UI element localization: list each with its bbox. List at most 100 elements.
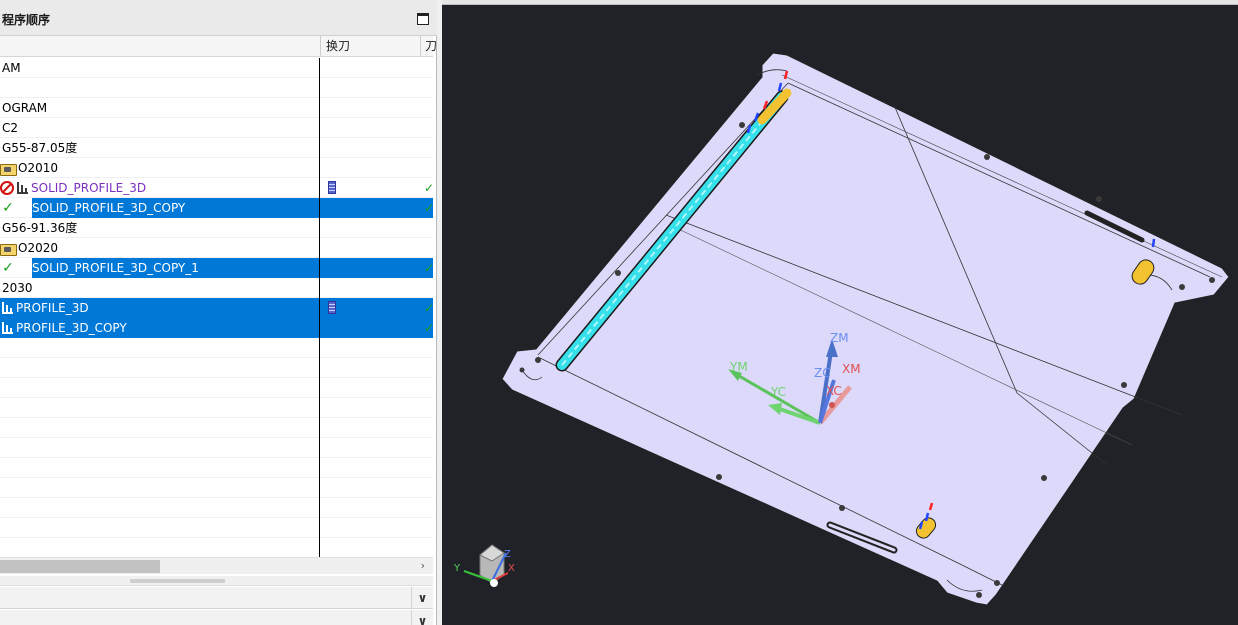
table-row[interactable]: O2010 <box>0 158 433 178</box>
check-icon: ✓ <box>2 200 14 216</box>
table-row[interactable]: SOLID_PROFILE_3D ✓ <box>0 178 433 198</box>
empty-row <box>0 378 433 398</box>
table-row[interactable]: PROFILE_3D_COPY ✓ <box>0 318 433 338</box>
row-name <box>0 78 4 98</box>
tool-change-icon <box>328 301 336 314</box>
row-name: G55-87.05度 <box>0 138 79 158</box>
table-row[interactable]: ✓ SOLID_PROFILE_3D_COPY ✓ <box>0 198 433 218</box>
row-label: PROFILE_3D <box>16 301 89 315</box>
navigator-title: 程序顺序 <box>2 13 51 27</box>
program-folder-icon <box>0 242 17 256</box>
operation-icon <box>15 181 29 195</box>
row-label: 2030 <box>2 281 33 295</box>
table-row[interactable] <box>0 78 433 98</box>
row-label: G55-87.05度 <box>2 141 78 155</box>
graphics-window[interactable]: ZM YM YC ZC XM XC Z X Y <box>442 5 1238 625</box>
column-divider <box>319 298 320 318</box>
table-row[interactable]: C2 <box>0 118 433 138</box>
navigator-titlebar: 程序顺序 <box>0 0 437 36</box>
table-row[interactable]: OGRAM <box>0 98 433 118</box>
path-status-check-icon: ✓ <box>424 201 433 215</box>
empty-row <box>0 438 433 458</box>
row-name: PROFILE_3D <box>0 298 91 318</box>
column-name[interactable] <box>0 36 320 56</box>
row-name: ✓ SOLID_PROFILE_3D_COPY_1 <box>0 258 201 278</box>
scrollbar-thumb[interactable] <box>0 560 160 573</box>
table-row[interactable]: PROFILE_3D ✓ <box>0 298 433 318</box>
splitter-handle[interactable] <box>130 579 225 583</box>
column-divider <box>319 218 320 238</box>
row-label: SOLID_PROFILE_3D_COPY <box>32 201 186 215</box>
empty-row <box>0 538 433 558</box>
row-label: O2020 <box>18 241 58 255</box>
column-divider <box>319 538 320 558</box>
column-divider <box>319 338 320 358</box>
operation-icon <box>0 321 14 335</box>
row-name: AM <box>0 58 23 78</box>
operation-list: AM OGRAM C2 G55-87.05度 O2010 SOLID_PROFILE_3D… <box>0 58 433 558</box>
empty-row <box>0 458 433 478</box>
column-divider <box>319 378 320 398</box>
table-row[interactable]: G55-87.05度 <box>0 138 433 158</box>
path-status-check-icon: ✓ <box>424 181 433 195</box>
column-divider <box>319 358 320 378</box>
xm-label: XM <box>842 362 861 376</box>
dependencies-panel-header[interactable]: ∨ <box>0 610 433 625</box>
ym-label: YM <box>729 360 748 374</box>
column-divider <box>319 78 320 98</box>
path-status-check-icon: ✓ <box>424 301 433 315</box>
table-row[interactable]: 2030 <box>0 278 433 298</box>
column-header: 换刀 刀 <box>0 36 437 57</box>
yc-label: YC <box>770 385 786 399</box>
row-name: SOLID_PROFILE_3D <box>0 178 148 198</box>
row-label: O2010 <box>18 161 58 175</box>
column-divider <box>319 278 320 298</box>
operation-icon <box>16 261 30 275</box>
path-status-check-icon: ✓ <box>424 321 433 335</box>
table-row[interactable]: ✓ SOLID_PROFILE_3D_COPY_1 ✓ <box>0 258 433 278</box>
column-divider <box>319 258 320 278</box>
chevron-down-icon[interactable]: ∨ <box>411 610 433 625</box>
column-divider <box>319 158 320 178</box>
chevron-down-icon[interactable]: ∨ <box>411 587 433 609</box>
panel-splitter[interactable] <box>0 576 433 586</box>
row-name: O2010 <box>0 158 60 178</box>
zm-label: ZM <box>830 331 849 345</box>
maximize-icon[interactable] <box>417 13 429 25</box>
empty-row <box>0 398 433 418</box>
path-status-check-icon: ✓ <box>424 261 433 275</box>
row-label: PROFILE_3D_COPY <box>16 321 127 335</box>
part-plate[interactable] <box>501 52 1230 606</box>
row-label: SOLID_PROFILE_3D <box>31 181 147 195</box>
column-divider <box>319 438 320 458</box>
no-entry-icon <box>0 181 14 195</box>
empty-row <box>0 518 433 538</box>
xc-label: XC <box>826 384 842 398</box>
horizontal-scrollbar[interactable]: › <box>0 557 433 574</box>
column-divider <box>319 518 320 538</box>
scroll-right-icon[interactable]: › <box>421 559 425 572</box>
tool-change-icon <box>328 181 336 194</box>
row-label: SOLID_PROFILE_3D_COPY_1 <box>32 261 199 275</box>
details-panel-header[interactable]: ∨ <box>0 587 433 609</box>
column-divider <box>319 198 320 218</box>
triad-y-label: Y <box>453 563 461 574</box>
zc-label: ZC <box>814 366 831 380</box>
empty-row <box>0 498 433 518</box>
part-view[interactable]: ZM YM YC ZC XM XC Z X Y <box>442 5 1238 625</box>
row-label: AM <box>2 61 21 75</box>
table-row[interactable]: O2020 <box>0 238 433 258</box>
column-change-tool[interactable]: 换刀 <box>320 36 420 56</box>
table-row[interactable]: G56-91.36度 <box>0 218 433 238</box>
triad-z-label: Z <box>504 549 511 560</box>
check-icon: ✓ <box>2 260 14 276</box>
column-divider <box>319 98 320 118</box>
row-name: O2020 <box>0 238 60 258</box>
column-next[interactable]: 刀 <box>420 36 437 56</box>
table-row[interactable]: AM <box>0 58 433 78</box>
row-name: PROFILE_3D_COPY <box>0 318 129 338</box>
column-divider <box>319 458 320 478</box>
view-triad[interactable]: Z X Y <box>453 544 515 587</box>
column-divider <box>319 398 320 418</box>
column-divider <box>319 238 320 258</box>
